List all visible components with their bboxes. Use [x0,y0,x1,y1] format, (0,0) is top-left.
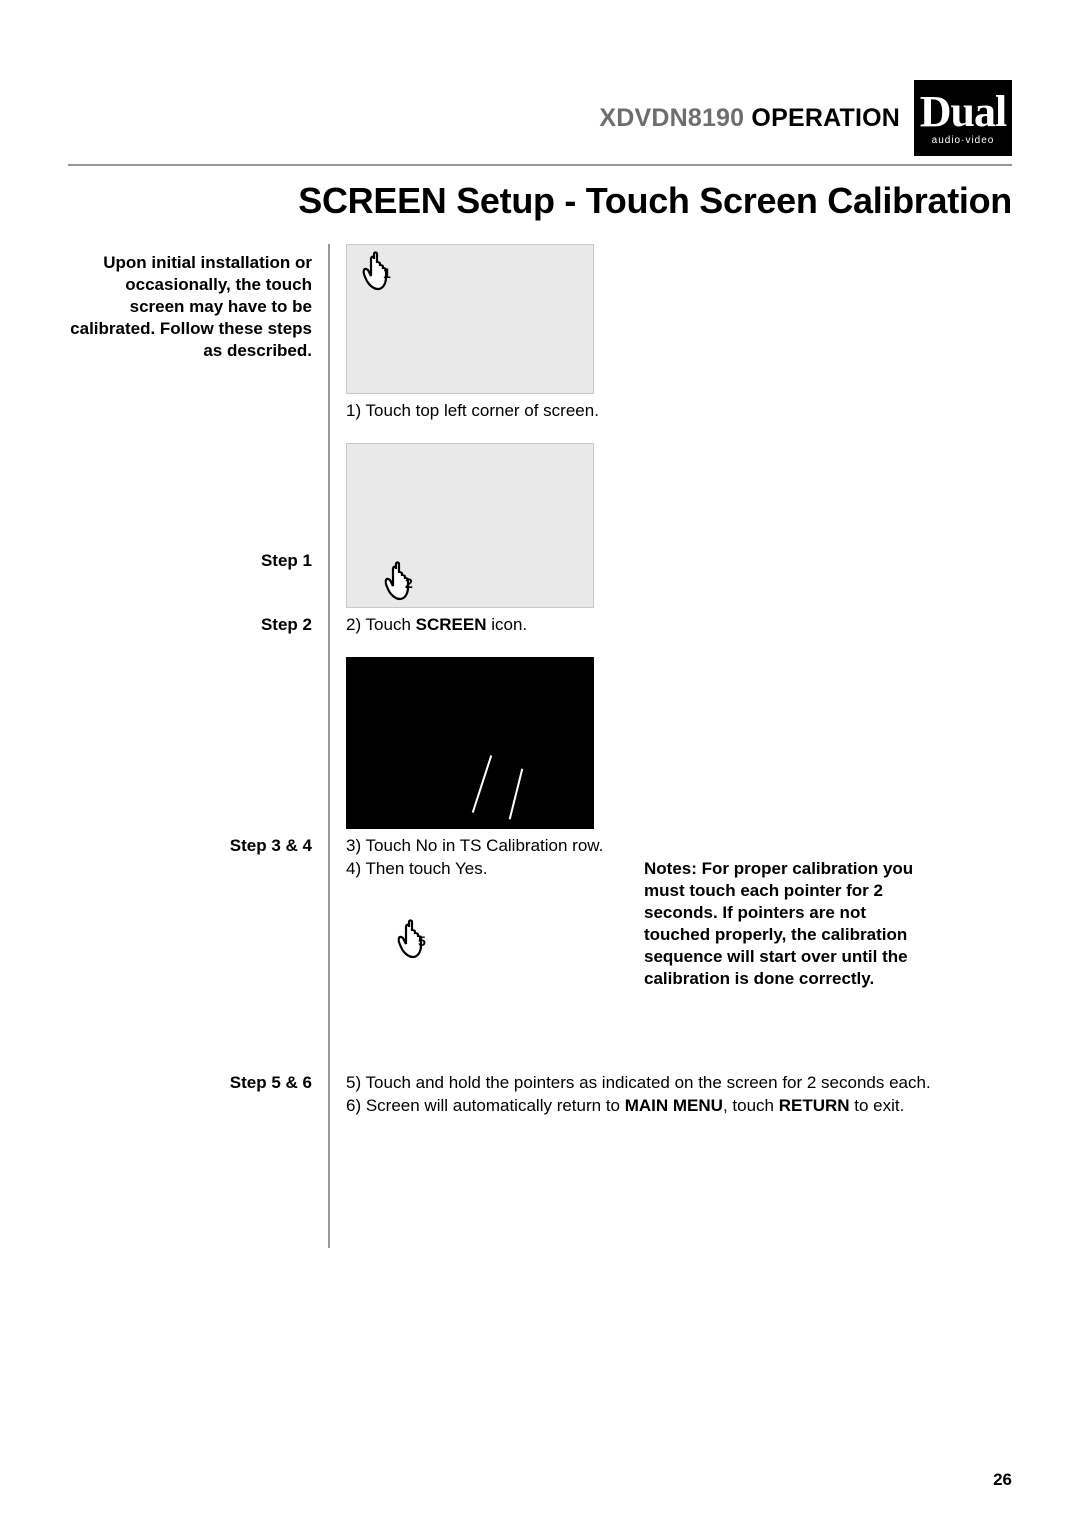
step56-caption: 5) Touch and hold the pointers as indica… [346,1072,1012,1118]
step56-label: Step 5 & 6 [68,1066,328,1094]
touch-hand-icon: 1 [361,251,405,293]
step2-caption: 2) Touch SCREEN icon. [346,614,1012,637]
page-header: XDVDN8190 OPERATION Dual audio·video [68,80,1012,156]
hand-number: 2 [405,575,413,591]
step1-screenshot: 1 [346,244,594,394]
step2-screenshot: 2 [346,443,594,608]
step34-label: Step 3 & 4 [68,829,328,857]
step1-label: Step 1 [68,394,328,572]
calibration-line-icon [472,755,492,813]
header-divider [68,164,1012,166]
section-name: OPERATION [751,104,900,132]
model-number: XDVDN8190 [599,104,744,132]
calibration-line-icon [509,768,524,819]
step56-row: Step 5 & 6 5) Touch and hold the pointer… [68,1066,1012,1248]
intro-text: Upon initial installation or occasionall… [68,244,328,362]
notes-text: Notes: For proper calibration you must t… [644,858,924,991]
step1-caption: 1) Touch top left corner of screen. [346,400,1012,423]
touch-hand-icon: 2 [383,561,427,603]
brand-logo-text: Dual [920,90,1006,134]
step1-row: Step 1 1) Touch top left corner of scree… [68,394,1012,608]
page-title: SCREEN Setup - Touch Screen Calibration [68,180,1012,222]
step2-row: Step 2 2) Touch SCREEN icon. [68,608,1012,829]
step56-screenshot: 5 [346,901,594,1066]
step34-screenshot [346,657,594,829]
header-title: XDVDN8190 OPERATION [599,104,900,133]
page-number: 26 [993,1470,1012,1490]
brand-logo: Dual audio·video [914,80,1012,156]
step2-label: Step 2 [68,608,328,636]
hand-number: 1 [383,265,391,281]
touch-hand-icon: 5 [396,919,440,961]
content-area: Upon initial installation or occasionall… [68,244,1012,1248]
hand-number: 5 [418,933,426,949]
brand-logo-sub: audio·video [932,135,995,146]
